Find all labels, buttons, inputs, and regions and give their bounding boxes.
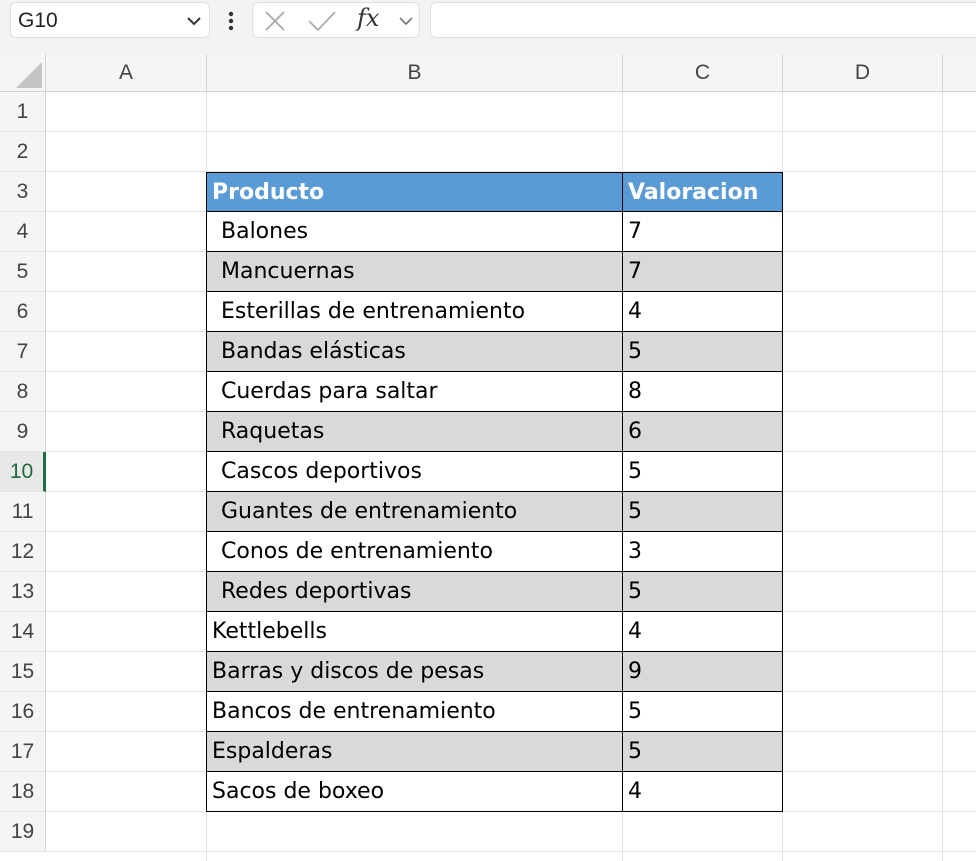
row-header-16[interactable]: 16 bbox=[0, 692, 46, 732]
rating-cell[interactable]: 5 bbox=[623, 732, 783, 772]
rating-cell[interactable]: 7 bbox=[623, 212, 783, 252]
insert-function-icon[interactable]: fx bbox=[357, 4, 379, 32]
product-cell[interactable]: Raquetas bbox=[206, 412, 623, 452]
row-header-14[interactable]: 14 bbox=[0, 612, 46, 652]
product-cell[interactable]: Sacos de boxeo bbox=[206, 772, 623, 812]
rating-cell[interactable]: 5 bbox=[623, 692, 783, 732]
row-header-10[interactable]: 10 bbox=[0, 452, 46, 492]
product-cell[interactable]: Guantes de entrenamiento bbox=[206, 492, 623, 532]
row-header-19[interactable]: 19 bbox=[0, 812, 46, 852]
row-header-15[interactable]: 15 bbox=[0, 652, 46, 692]
table-row: Guantes de entrenamiento 5 bbox=[206, 492, 783, 532]
row-header-11[interactable]: 11 bbox=[0, 492, 46, 532]
row-header-3[interactable]: 3 bbox=[0, 172, 46, 212]
header-producto[interactable]: Producto bbox=[206, 172, 623, 212]
table-row: Esterillas de entrenamiento 4 bbox=[206, 292, 783, 332]
product-cell[interactable]: Conos de entrenamiento bbox=[206, 532, 623, 572]
chevron-down-icon[interactable] bbox=[185, 12, 203, 30]
table-row: Conos de entrenamiento 3 bbox=[206, 532, 783, 572]
row-header-6[interactable]: 6 bbox=[0, 292, 46, 332]
name-box[interactable]: G10 bbox=[10, 2, 210, 38]
formula-bar: G10 fx bbox=[0, 0, 976, 54]
spreadsheet-grid: A B C D 1 2 3 4 5 6 7 8 9 10 11 12 13 14 15 16 17 18 19 Pr… bbox=[0, 54, 976, 861]
formula-actions: fx bbox=[252, 2, 420, 38]
row-header-18[interactable]: 18 bbox=[0, 772, 46, 812]
product-cell[interactable]: Espalderas bbox=[206, 732, 623, 772]
rating-cell[interactable]: 3 bbox=[623, 532, 783, 572]
product-cell[interactable]: Cuerdas para saltar bbox=[206, 372, 623, 412]
gridline bbox=[46, 851, 976, 852]
rating-cell[interactable]: 8 bbox=[623, 372, 783, 412]
table-row: Barras y discos de pesas 9 bbox=[206, 652, 783, 692]
product-cell[interactable]: Cascos deportivos bbox=[206, 452, 623, 492]
rating-cell[interactable]: 5 bbox=[623, 452, 783, 492]
table-row: Espalderas 5 bbox=[206, 732, 783, 772]
column-header-b[interactable]: B bbox=[207, 54, 623, 92]
product-table: Producto Valoracion Balones 7 Mancuernas 7 E… bbox=[206, 172, 783, 812]
product-cell[interactable]: Kettlebells bbox=[206, 612, 623, 652]
more-options-icon[interactable] bbox=[226, 10, 236, 32]
column-header-a[interactable]: A bbox=[46, 54, 207, 92]
row-header-8[interactable]: 8 bbox=[0, 372, 46, 412]
rating-cell[interactable]: 5 bbox=[623, 492, 783, 532]
product-cell[interactable]: Bandas elásticas bbox=[206, 332, 623, 372]
row-header-4[interactable]: 4 bbox=[0, 212, 46, 252]
product-cell[interactable]: Balones bbox=[206, 212, 623, 252]
row-header-2[interactable]: 2 bbox=[0, 132, 46, 172]
rating-cell[interactable]: 6 bbox=[623, 412, 783, 452]
row-header-17[interactable]: 17 bbox=[0, 732, 46, 772]
rating-cell[interactable]: 7 bbox=[623, 252, 783, 292]
product-cell[interactable]: Esterillas de entrenamiento bbox=[206, 292, 623, 332]
row-header-7[interactable]: 7 bbox=[0, 332, 46, 372]
table-row: Raquetas 6 bbox=[206, 412, 783, 452]
gridline bbox=[942, 92, 943, 861]
product-cell[interactable]: Barras y discos de pesas bbox=[206, 652, 623, 692]
row-header-12[interactable]: 12 bbox=[0, 532, 46, 572]
header-valoracion[interactable]: Valoracion bbox=[623, 172, 783, 212]
enter-check-icon[interactable] bbox=[307, 9, 337, 33]
table-header-row: Producto Valoracion bbox=[206, 172, 783, 212]
row-header-13[interactable]: 13 bbox=[0, 572, 46, 612]
rating-cell[interactable]: 5 bbox=[623, 332, 783, 372]
table-row: Bandas elásticas 5 bbox=[206, 332, 783, 372]
table-row: Bancos de entrenamiento 5 bbox=[206, 692, 783, 732]
formula-input[interactable] bbox=[430, 2, 976, 38]
table-row: Redes deportivas 5 bbox=[206, 572, 783, 612]
rating-cell[interactable]: 5 bbox=[623, 572, 783, 612]
row-header-1[interactable]: 1 bbox=[0, 92, 46, 132]
column-header-e[interactable] bbox=[943, 54, 976, 92]
chevron-down-icon[interactable] bbox=[397, 12, 415, 30]
table-row: Mancuernas 7 bbox=[206, 252, 783, 292]
table-row: Cascos deportivos 5 bbox=[206, 452, 783, 492]
table-row: Balones 7 bbox=[206, 212, 783, 252]
row-header-9[interactable]: 9 bbox=[0, 412, 46, 452]
cancel-icon[interactable] bbox=[263, 9, 287, 33]
rating-cell[interactable]: 4 bbox=[623, 772, 783, 812]
table-row: Sacos de boxeo 4 bbox=[206, 772, 783, 812]
product-cell[interactable]: Redes deportivas bbox=[206, 572, 623, 612]
rating-cell[interactable]: 4 bbox=[623, 292, 783, 332]
product-cell[interactable]: Mancuernas bbox=[206, 252, 623, 292]
rating-cell[interactable]: 4 bbox=[623, 612, 783, 652]
row-header-5[interactable]: 5 bbox=[0, 252, 46, 292]
table-row: Cuerdas para saltar 8 bbox=[206, 372, 783, 412]
select-all-icon bbox=[16, 62, 42, 88]
select-all-corner[interactable] bbox=[0, 54, 46, 92]
name-box-value: G10 bbox=[18, 9, 58, 32]
column-header-c[interactable]: C bbox=[623, 54, 783, 92]
rating-cell[interactable]: 9 bbox=[623, 652, 783, 692]
column-header-d[interactable]: D bbox=[783, 54, 943, 92]
table-row: Kettlebells 4 bbox=[206, 612, 783, 652]
gridline bbox=[46, 131, 976, 132]
product-cell[interactable]: Bancos de entrenamiento bbox=[206, 692, 623, 732]
